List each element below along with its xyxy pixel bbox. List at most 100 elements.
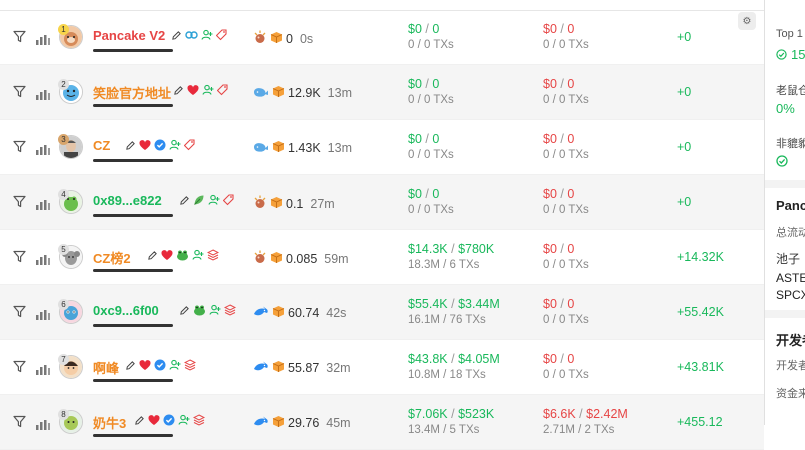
pencil-icon[interactable]: [173, 85, 184, 96]
sell-usd: $0: [543, 77, 557, 91]
add-user-icon[interactable]: [192, 249, 204, 261]
filter-icon[interactable]: [13, 85, 26, 98]
sell-usd-secondary: 0: [567, 22, 575, 36]
rank-badge: 5: [58, 244, 69, 255]
buy-sub: 16.1M / 76 TXs: [408, 314, 486, 326]
buy-cell: $7.06K / $523K 13.4M / 5 TXs: [408, 407, 495, 436]
pencil-icon[interactable]: [171, 30, 182, 41]
add-user-icon[interactable]: [201, 29, 213, 41]
table-row[interactable]: 6 0xc9...6f00 60.74 42s $55.4K / $3.44M 1…: [0, 285, 764, 340]
wallet-name-link[interactable]: 0x89...e822: [93, 193, 162, 208]
tag-icon[interactable]: [217, 84, 228, 96]
filter-icon[interactable]: [13, 415, 26, 428]
wallet-name-link[interactable]: Pancake V2: [93, 28, 165, 43]
buy-usd: $0: [408, 77, 422, 91]
wallet-name-link[interactable]: 0xc9...6f00: [93, 303, 159, 318]
buy-cell: $55.4K / $3.44M 16.1M / 76 TXs: [408, 297, 500, 326]
pencil-icon[interactable]: [147, 250, 158, 261]
tag-icon[interactable]: [216, 29, 227, 41]
source-value: 60.74: [288, 306, 320, 320]
pencil-icon[interactable]: [125, 360, 136, 371]
table-row[interactable]: 2 笑脸官方地址 12.9K 13m $0 / 0 0 / 0 TXs $0 / …: [0, 65, 764, 120]
add-user-icon[interactable]: [178, 414, 190, 426]
sell-sub: 0 / 0 TXs: [543, 259, 589, 271]
wallet-name-link[interactable]: 奶牛3: [93, 413, 126, 432]
bomb-icon: [253, 195, 267, 212]
filter-icon[interactable]: [13, 360, 26, 373]
link-icon: [185, 29, 198, 41]
source-cell: 0 0s: [253, 30, 313, 47]
table-row[interactable]: 8 奶牛3 29.76 45m $7.06K / $523K 13.4M / 5 …: [0, 395, 764, 450]
whale-icon: [253, 86, 269, 101]
bomb-icon: [253, 30, 267, 47]
wallet-name-link[interactable]: CZ榜2: [93, 248, 131, 267]
source-cell: 12.9K 13m: [253, 85, 352, 101]
add-user-icon[interactable]: [208, 194, 220, 206]
dolphin-icon: [253, 416, 269, 431]
layers-icon[interactable]: [184, 359, 196, 371]
table-row[interactable]: 7 啊峰 55.87 32m $43.8K / $4.05M 10.8M / 18…: [0, 340, 764, 395]
filter-icon[interactable]: [13, 250, 26, 263]
table-row[interactable]: 4 0x89...e822 0.1 27m $0 / 0 0 / 0 TXs $0…: [0, 175, 764, 230]
pnl-value: +43.81K: [677, 360, 724, 374]
add-user-icon[interactable]: [169, 139, 181, 151]
bar-chart-icon[interactable]: [36, 32, 50, 45]
layers-icon[interactable]: [193, 414, 205, 426]
pencil-icon[interactable]: [179, 195, 190, 206]
bar-chart-icon[interactable]: [36, 252, 50, 265]
source-cell: 1.43K 13m: [253, 140, 352, 156]
sell-cell: $6.6K / $2.42M 2.71M / 2 TXs: [543, 407, 628, 436]
sell-usd: $0: [543, 132, 557, 146]
wallet-name-link[interactable]: 啊峰: [93, 358, 119, 377]
source-value: 1.43K: [288, 141, 321, 155]
check-circle-icon: [776, 49, 787, 60]
add-user-icon[interactable]: [169, 359, 181, 371]
filter-icon[interactable]: [13, 195, 26, 208]
settings-icon-button[interactable]: ⚙: [738, 12, 756, 30]
rank-badge: 7: [58, 354, 69, 365]
source-value: 0: [286, 31, 293, 46]
buy-usd-secondary: $523K: [458, 407, 495, 421]
frog-icon: [193, 304, 206, 316]
bar-chart-icon[interactable]: [36, 417, 50, 430]
filter-icon[interactable]: [13, 140, 26, 153]
pencil-icon[interactable]: [179, 305, 190, 316]
tag-icon[interactable]: [184, 139, 195, 151]
verified-check-icon: [154, 359, 166, 371]
bar-chart-icon[interactable]: [36, 87, 50, 100]
table-row[interactable]: 1 Pancake V2 0 0s $0 / 0 0 / 0 TXs $0 / 0…: [0, 10, 764, 65]
bar-chart-icon[interactable]: [36, 197, 50, 210]
table-row[interactable]: 3 CZ 1.43K 13m $0 / 0 0 / 0 TXs $0 / 0 0 …: [0, 120, 764, 175]
rat-trader-value: 0%: [776, 101, 795, 116]
source-value: 55.87: [288, 361, 320, 375]
add-user-icon[interactable]: [202, 84, 214, 96]
whale-icon: [253, 141, 269, 156]
wallet-name-link[interactable]: 笑脸官方地址: [93, 83, 171, 102]
layers-icon[interactable]: [223, 304, 236, 316]
rank-badge: 1: [58, 24, 69, 35]
pencil-icon[interactable]: [125, 140, 136, 151]
bar-chart-icon[interactable]: [36, 362, 50, 375]
source-value: 12.9K: [288, 86, 321, 100]
table-row[interactable]: 5 CZ榜2 0.085 59m $14.3K / $780K 18.3M / 6…: [0, 230, 764, 285]
buy-usd-secondary: $3.44M: [458, 297, 500, 311]
buy-cell: $0 / 0 0 / 0 TXs: [408, 187, 454, 216]
pool-line-1: ASTE: [776, 271, 805, 285]
heart-icon: [139, 139, 151, 151]
filter-icon[interactable]: [13, 305, 26, 318]
add-user-icon[interactable]: [209, 304, 221, 316]
wallet-name-link[interactable]: CZ: [93, 138, 110, 153]
layers-icon[interactable]: [207, 249, 219, 261]
holding-bar: [93, 159, 173, 162]
section-divider: [765, 180, 805, 188]
bar-chart-icon[interactable]: [36, 307, 50, 320]
sell-usd-secondary: 0: [567, 187, 575, 201]
bar-chart-icon[interactable]: [36, 142, 50, 155]
tag-icon[interactable]: [222, 194, 234, 206]
sell-sub: 0 / 0 TXs: [543, 39, 589, 51]
sell-cell: $0 / 0 0 / 0 TXs: [543, 77, 589, 106]
box-icon: [270, 196, 283, 212]
filter-icon[interactable]: [13, 30, 26, 43]
liquidity-label: 总流动: [776, 227, 805, 239]
pencil-icon[interactable]: [134, 415, 145, 426]
